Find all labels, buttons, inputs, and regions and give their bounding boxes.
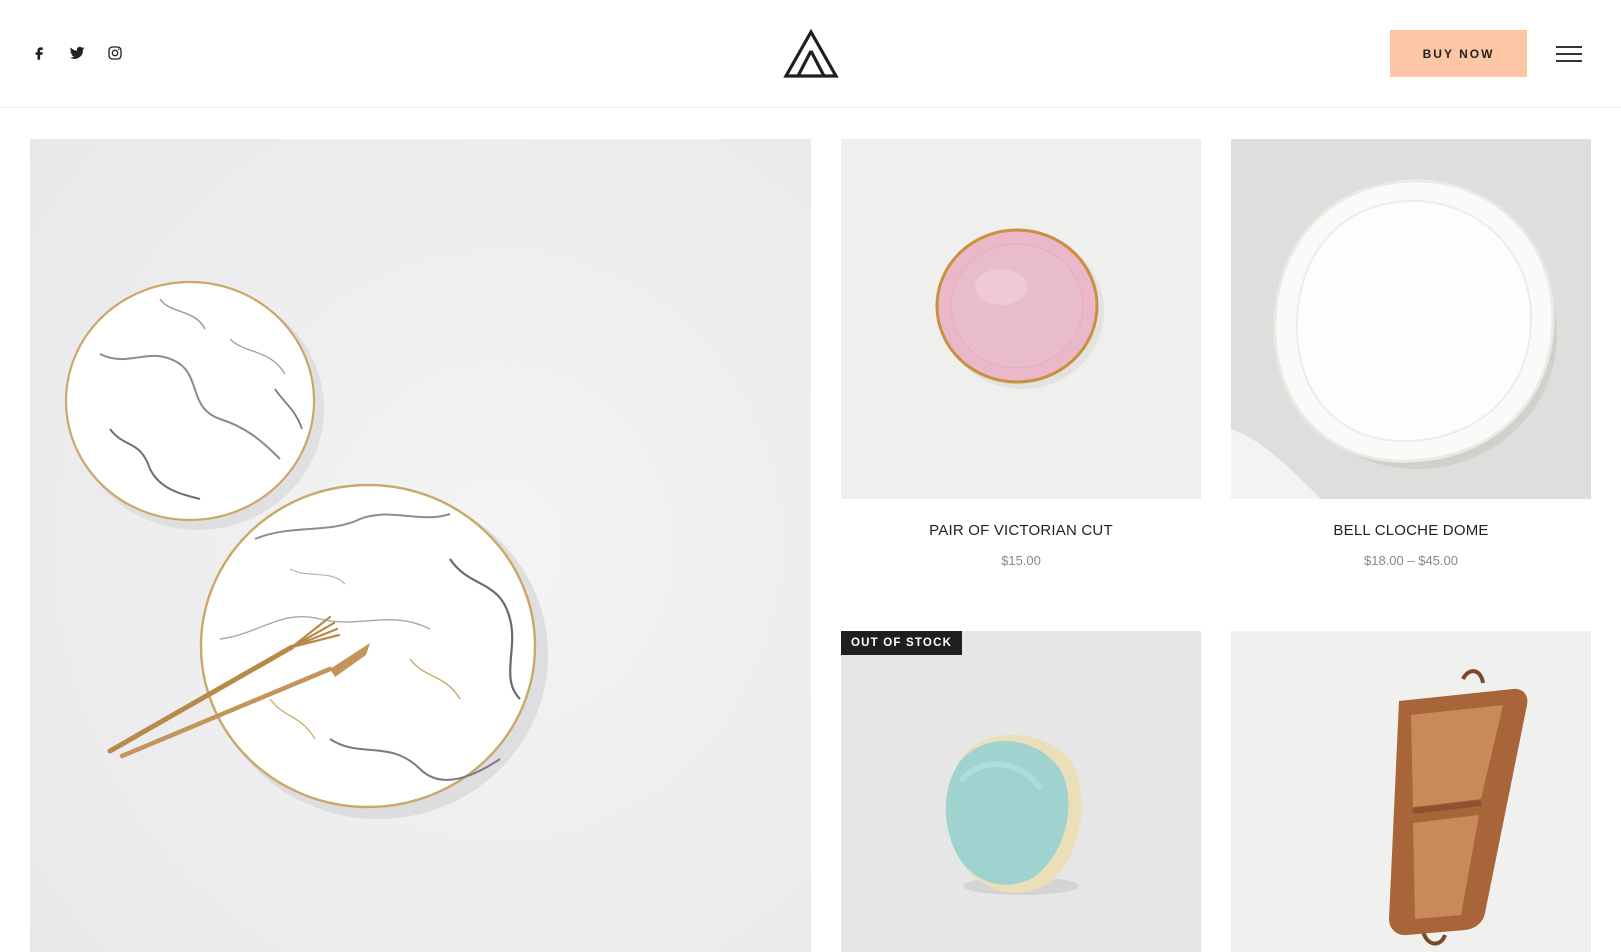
triangle-logo-icon[interactable] <box>783 28 839 79</box>
product-image-pink-plate[interactable] <box>841 139 1201 499</box>
product-image-white-dish[interactable] <box>1231 139 1591 499</box>
product-image-wooden-tray[interactable] <box>1231 631 1591 952</box>
hamburger-menu-icon[interactable] <box>1556 46 1582 62</box>
site-header: BUY NOW <box>0 0 1621 108</box>
instagram-icon[interactable] <box>106 44 124 62</box>
buy-now-button[interactable]: BUY NOW <box>1390 30 1527 77</box>
facebook-icon[interactable] <box>30 44 48 62</box>
product-name[interactable]: BELL CLOCHE DOME <box>1231 522 1591 539</box>
out-of-stock-badge: OUT OF STOCK <box>841 631 963 655</box>
twitter-icon[interactable] <box>68 44 86 62</box>
product-price: $15.00 <box>1001 553 1041 568</box>
social-links <box>30 44 124 62</box>
product-name[interactable]: PAIR OF VICTORIAN CUT <box>841 522 1201 539</box>
product-image-teal-bowl[interactable] <box>841 631 1201 952</box>
hero-image-marble-plates[interactable] <box>30 139 811 952</box>
product-price: $18.00 – $45.00 <box>1364 553 1458 568</box>
